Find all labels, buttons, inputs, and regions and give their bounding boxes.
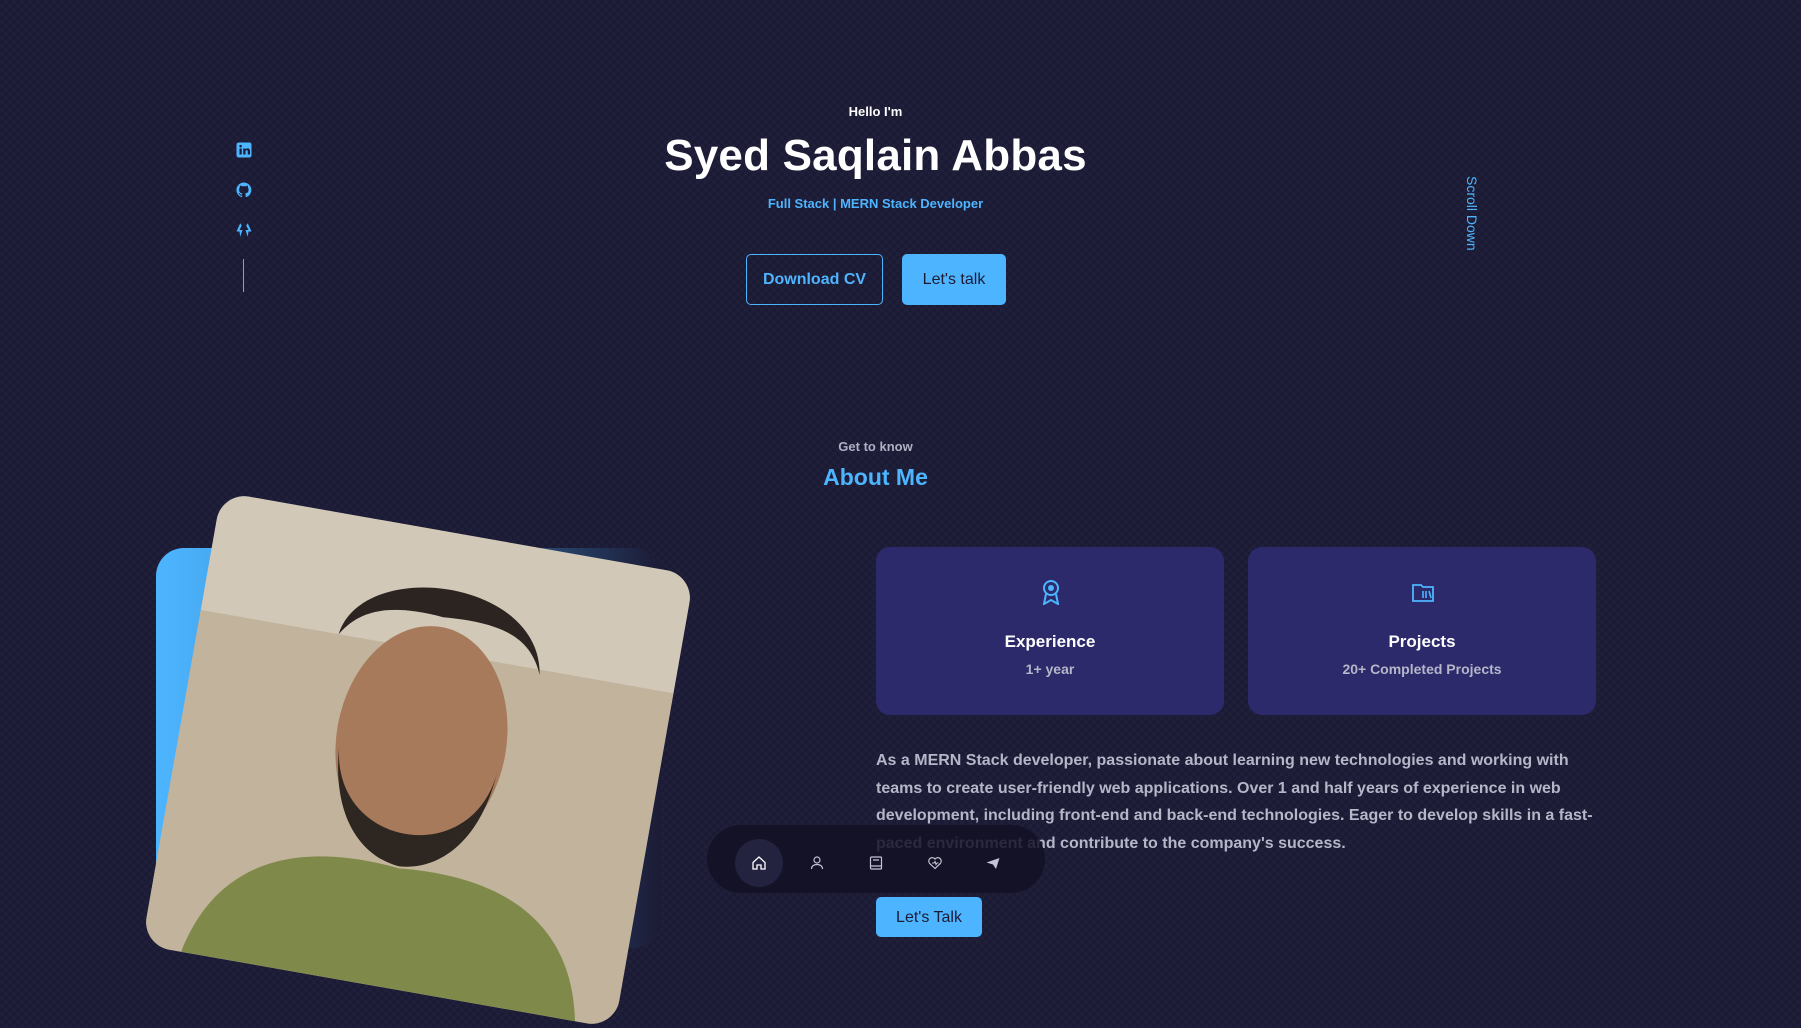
home-icon (752, 856, 766, 870)
download-cv-button[interactable]: Download CV (746, 254, 883, 305)
about-title: About Me (823, 464, 928, 490)
social-divider (243, 259, 244, 292)
award-icon (1042, 580, 1060, 605)
codepen-link[interactable] (235, 221, 253, 239)
experience-card: Experience 1+ year (876, 547, 1224, 715)
services-icon (928, 857, 942, 870)
book-icon (869, 856, 883, 870)
nav-experience[interactable] (852, 839, 900, 887)
folder-icon (1412, 584, 1434, 602)
nav-about[interactable] (793, 839, 841, 887)
github-icon (236, 182, 252, 198)
greeting: Hello I'm (848, 104, 903, 119)
send-icon (986, 858, 1000, 869)
github-link[interactable] (235, 181, 253, 199)
about-lets-talk-button[interactable]: Let's Talk (876, 897, 982, 937)
about-eyebrow: Get to know (838, 439, 913, 454)
experience-value: 1+ year (1025, 661, 1075, 677)
user-icon (810, 856, 824, 870)
codepen-icon (236, 223, 252, 237)
projects-title: Projects (1388, 632, 1456, 651)
lets-talk-button[interactable]: Let's talk (902, 254, 1006, 305)
linkedin-link[interactable] (235, 141, 253, 159)
projects-value: 20+ Completed Projects (1342, 661, 1502, 677)
hero-role: Full Stack | MERN Stack Developer (767, 196, 984, 211)
nav-contact[interactable] (969, 839, 1017, 887)
experience-title: Experience (1004, 632, 1096, 651)
linkedin-icon (236, 142, 252, 158)
nav-services[interactable] (911, 839, 959, 887)
scroll-down-link[interactable]: Scroll Down (1464, 176, 1480, 251)
projects-card: Projects 20+ Completed Projects (1248, 547, 1596, 715)
profile-photo (141, 491, 695, 1028)
bottom-nav (707, 825, 1045, 893)
hero-name: Syed Saqlain Abbas (664, 131, 1087, 180)
nav-home[interactable] (735, 839, 783, 887)
